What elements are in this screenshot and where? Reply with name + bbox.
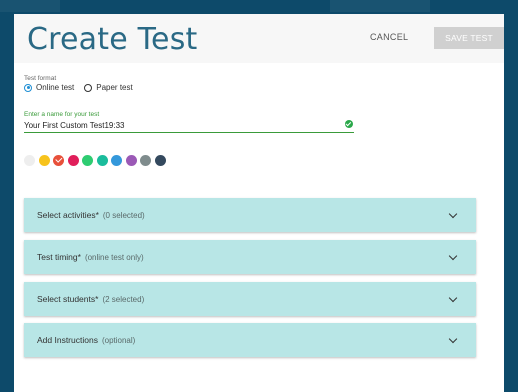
paper-test-label: Paper test xyxy=(96,83,133,92)
color-swatch[interactable] xyxy=(154,154,166,166)
color-swatch[interactable] xyxy=(96,154,108,166)
test-timing-section[interactable]: Test timing* (online test only) xyxy=(24,240,476,274)
background-tile xyxy=(0,0,60,12)
chevron-down-icon[interactable] xyxy=(448,334,458,344)
color-swatch[interactable] xyxy=(111,154,122,166)
test-format-radio-group: Online test Paper test xyxy=(24,83,143,92)
color-swatch[interactable] xyxy=(38,154,50,166)
add-instructions-section[interactable]: Add Instructions (optional) xyxy=(24,323,476,357)
section-title: Test timing* xyxy=(37,252,81,262)
color-swatch[interactable] xyxy=(53,154,64,166)
color-picker xyxy=(24,154,169,166)
chevron-down-icon[interactable] xyxy=(448,209,458,219)
section-subtitle: (2 selected) xyxy=(102,294,145,304)
section-title: Add Instructions xyxy=(37,335,98,345)
cancel-button[interactable]: CANCEL xyxy=(370,32,408,42)
color-swatch[interactable] xyxy=(125,154,137,166)
dialog-header: Create Test CANCEL SAVE TEST xyxy=(14,14,504,63)
section-subtitle: (online test only) xyxy=(84,252,144,262)
online-test-option[interactable]: Online test xyxy=(24,83,74,92)
test-name-label: Enter a name for your test xyxy=(24,111,100,118)
select-students-section[interactable]: Select students* (2 selected) xyxy=(24,282,476,316)
paper-test-option[interactable]: Paper test xyxy=(84,83,133,92)
page-title: Create Test xyxy=(27,22,198,57)
save-test-button[interactable]: SAVE TEST xyxy=(434,27,504,49)
background-tile xyxy=(330,0,430,12)
radio-selected-icon[interactable] xyxy=(24,83,32,92)
section-subtitle: (0 selected) xyxy=(102,210,145,220)
section-title: Select students* xyxy=(37,294,99,304)
section-subtitle: (optional) xyxy=(101,335,136,345)
test-name-input[interactable] xyxy=(24,118,354,133)
color-swatch[interactable] xyxy=(24,154,35,166)
section-title: Select activities* xyxy=(37,210,99,220)
chevron-down-icon[interactable] xyxy=(448,293,458,303)
chevron-down-icon[interactable] xyxy=(448,251,458,261)
radio-unselected-icon[interactable] xyxy=(84,83,93,92)
test-format-label: Test format xyxy=(24,75,57,82)
color-swatch[interactable] xyxy=(140,154,151,166)
valid-check-icon xyxy=(345,120,353,128)
color-swatch[interactable] xyxy=(67,154,79,166)
color-swatch[interactable] xyxy=(82,154,93,166)
select-activities-section[interactable]: Select activities* (0 selected) xyxy=(24,198,476,232)
online-test-label: Online test xyxy=(36,83,75,92)
